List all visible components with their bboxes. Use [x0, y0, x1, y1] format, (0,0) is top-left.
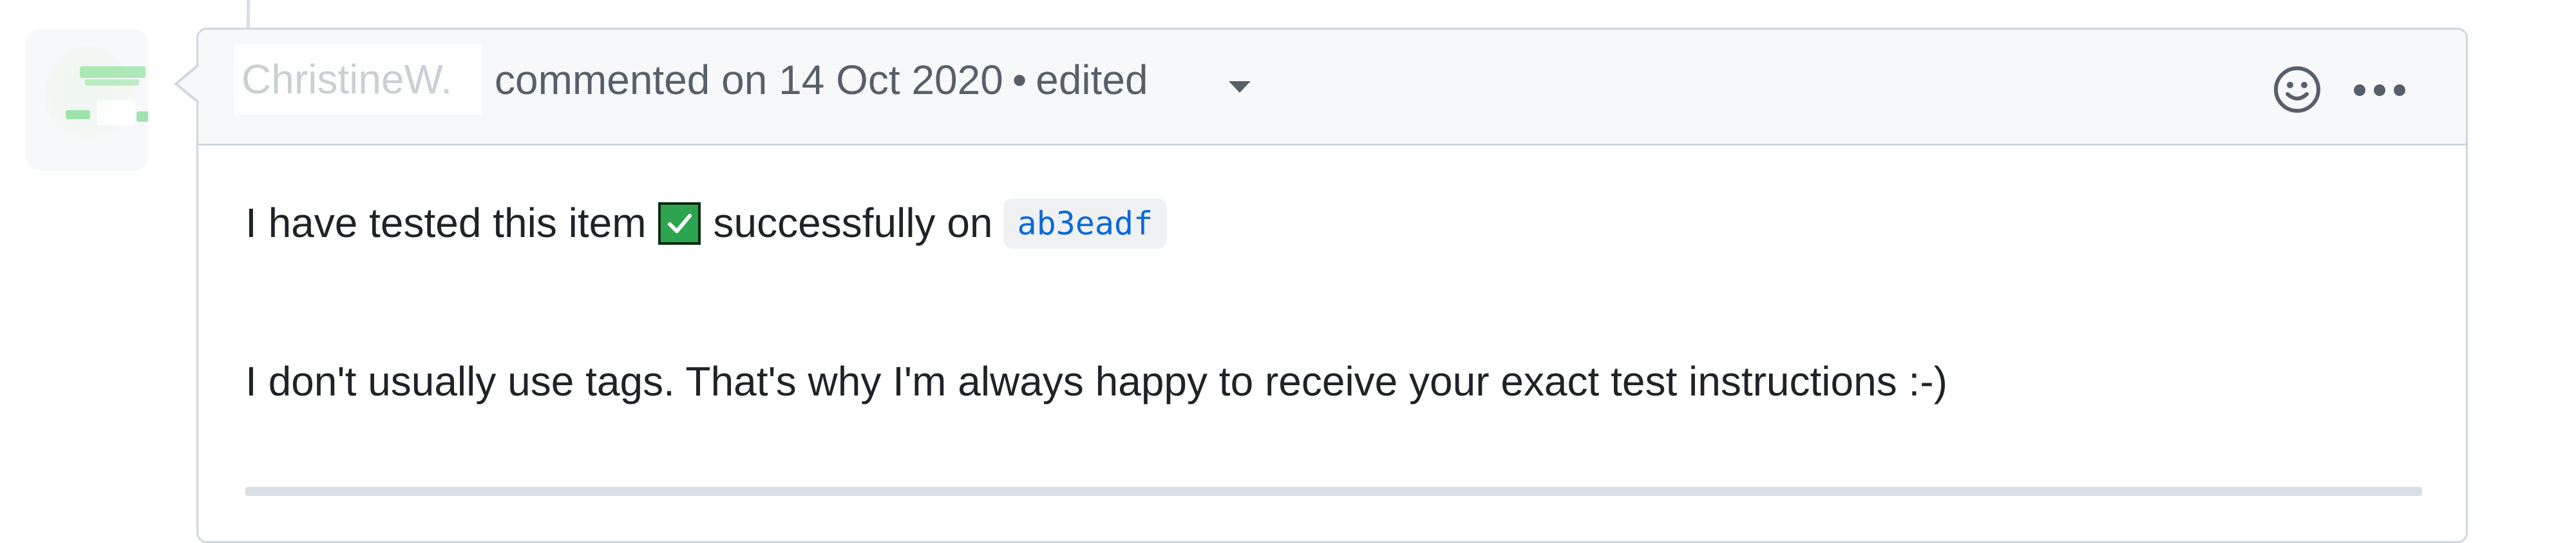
meta-separator: •: [1012, 57, 1027, 103]
comment-meta: commented on 14 Oct 2020 • edited: [495, 59, 1148, 100]
avatar-image: [45, 46, 132, 142]
paragraph-1-text-start: I have tested this item: [245, 200, 647, 246]
avatar[interactable]: [26, 29, 148, 171]
comment-header: ChristineW. commented on 14 Oct 2020 • edi…: [198, 30, 2466, 146]
comment-pointer-fill: [178, 66, 199, 101]
smiley-icon[interactable]: [2272, 64, 2322, 115]
edited-label[interactable]: edited: [1036, 57, 1148, 103]
comment-paragraph-2: I don't usually use tags. That's why I'm…: [245, 358, 1947, 405]
comment-body: I have tested this item successfully on ab…: [245, 198, 2422, 402]
author-link[interactable]: ChristineW.: [234, 44, 482, 115]
comment-box: ChristineW. commented on 14 Oct 2020 • edi…: [196, 28, 2468, 543]
comment-divider: [245, 487, 2422, 496]
comment-timestamp[interactable]: commented on 14 Oct 2020: [495, 57, 1003, 103]
timeline-line: [247, 0, 250, 28]
chevron-down-icon[interactable]: [1229, 81, 1251, 93]
commit-sha-link[interactable]: ab3eadf: [1003, 198, 1168, 249]
white-check-mark-icon: [658, 202, 701, 245]
paragraph-1-text-end: successfully on: [713, 200, 993, 246]
comment-paragraph-1: I have tested this item successfully on ab…: [245, 198, 2422, 256]
kebab-horizontal-icon[interactable]: [2351, 81, 2409, 99]
